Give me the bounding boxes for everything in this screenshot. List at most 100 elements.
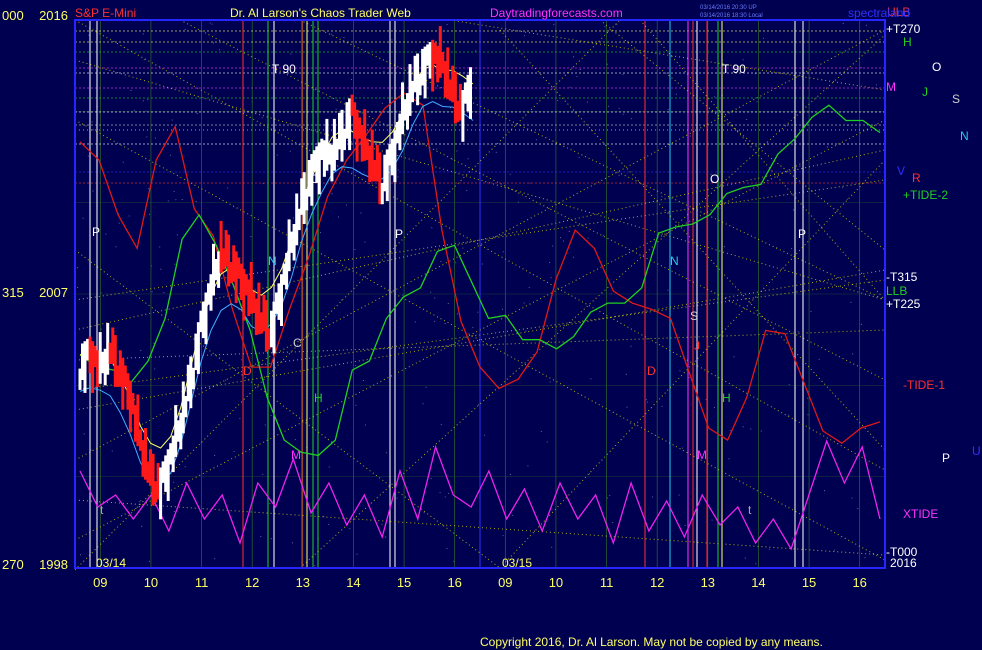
chart: PNOP PT 90 T 90NOSJHM Mt tD DCH 09 10 11 12 13 14 1… bbox=[2, 5, 981, 649]
annotation: O bbox=[710, 172, 719, 186]
star bbox=[290, 53, 292, 55]
annotation: D bbox=[647, 364, 656, 378]
star bbox=[293, 217, 294, 219]
star bbox=[261, 117, 263, 119]
star bbox=[788, 384, 790, 386]
annotation: P bbox=[798, 227, 806, 241]
annotation: J bbox=[694, 339, 700, 353]
x-tick-label: 14 bbox=[751, 575, 765, 590]
star bbox=[148, 188, 150, 190]
star bbox=[100, 328, 102, 330]
star bbox=[630, 345, 632, 347]
star bbox=[362, 380, 364, 381]
star bbox=[142, 100, 144, 102]
star bbox=[167, 200, 169, 202]
star bbox=[88, 34, 90, 36]
annotation: N bbox=[268, 254, 277, 268]
star bbox=[396, 497, 398, 499]
annotation: T 90 bbox=[722, 62, 746, 76]
star bbox=[294, 439, 296, 441]
star bbox=[349, 528, 351, 530]
right-label: V bbox=[897, 164, 905, 178]
star bbox=[719, 207, 721, 209]
star bbox=[337, 216, 339, 218]
star bbox=[549, 262, 551, 263]
star bbox=[612, 522, 614, 523]
star bbox=[578, 156, 580, 158]
x-tick-label: 12 bbox=[650, 575, 664, 590]
star bbox=[604, 26, 606, 28]
annotation: T 90 bbox=[272, 62, 296, 76]
star bbox=[196, 113, 198, 115]
star bbox=[83, 433, 85, 435]
star bbox=[827, 146, 828, 148]
star bbox=[788, 414, 790, 416]
star bbox=[509, 473, 511, 475]
y-axis-labels: 000 2016 315 2007 270 1998 bbox=[2, 8, 68, 572]
annotation: H bbox=[722, 391, 731, 405]
x-tick-label: 14 bbox=[346, 575, 360, 590]
star bbox=[141, 525, 143, 527]
star bbox=[213, 42, 214, 44]
annotation: C bbox=[293, 336, 302, 350]
star bbox=[850, 301, 852, 303]
star bbox=[239, 418, 241, 420]
star bbox=[742, 59, 744, 61]
star bbox=[876, 84, 877, 86]
star bbox=[451, 158, 453, 160]
star bbox=[173, 511, 175, 512]
right-labels: ULB+T270HOM J SNV R+TIDE-2-T315LLB+T225-TID… bbox=[886, 5, 981, 570]
star bbox=[678, 494, 680, 496]
star bbox=[219, 49, 220, 51]
star bbox=[209, 22, 211, 24]
star bbox=[176, 234, 178, 236]
star bbox=[630, 118, 632, 120]
star bbox=[365, 424, 366, 426]
right-label: N bbox=[960, 129, 969, 143]
star bbox=[289, 150, 291, 152]
star bbox=[111, 450, 113, 452]
star bbox=[502, 535, 504, 537]
star bbox=[335, 108, 337, 110]
star bbox=[550, 277, 552, 279]
x-tick-label: 13 bbox=[296, 575, 310, 590]
star bbox=[729, 430, 731, 432]
y-axis-label-left: 315 bbox=[2, 285, 24, 300]
star bbox=[415, 144, 417, 146]
star bbox=[763, 37, 764, 39]
timestamp-2: 03/14/2016 18:30 Local bbox=[700, 13, 763, 19]
annotation: P bbox=[395, 227, 403, 241]
star bbox=[760, 430, 762, 432]
star bbox=[159, 246, 161, 248]
star bbox=[343, 37, 345, 38]
star bbox=[682, 447, 683, 449]
x-tick-label: 12 bbox=[245, 575, 259, 590]
star bbox=[431, 227, 433, 229]
star bbox=[667, 289, 669, 291]
star bbox=[184, 466, 186, 468]
x-tick-label: 15 bbox=[802, 575, 816, 590]
star bbox=[233, 451, 235, 452]
star bbox=[364, 241, 366, 243]
site-link[interactable]: Daytradingforecasts.com bbox=[490, 6, 623, 20]
star bbox=[355, 404, 357, 406]
star bbox=[122, 161, 124, 163]
right-label: LLB bbox=[886, 284, 907, 298]
right-label: -TIDE-1 bbox=[903, 378, 945, 392]
star bbox=[77, 287, 79, 288]
star bbox=[151, 291, 153, 293]
star bbox=[341, 299, 343, 301]
star bbox=[90, 449, 92, 451]
star bbox=[455, 261, 457, 263]
star bbox=[174, 263, 176, 265]
star bbox=[608, 105, 609, 107]
star bbox=[448, 492, 450, 494]
annotation: D bbox=[243, 364, 252, 378]
star bbox=[456, 150, 458, 152]
star bbox=[154, 368, 156, 370]
star bbox=[689, 135, 691, 137]
star bbox=[606, 63, 608, 65]
star bbox=[276, 154, 278, 156]
star bbox=[77, 267, 78, 269]
star bbox=[402, 294, 404, 296]
